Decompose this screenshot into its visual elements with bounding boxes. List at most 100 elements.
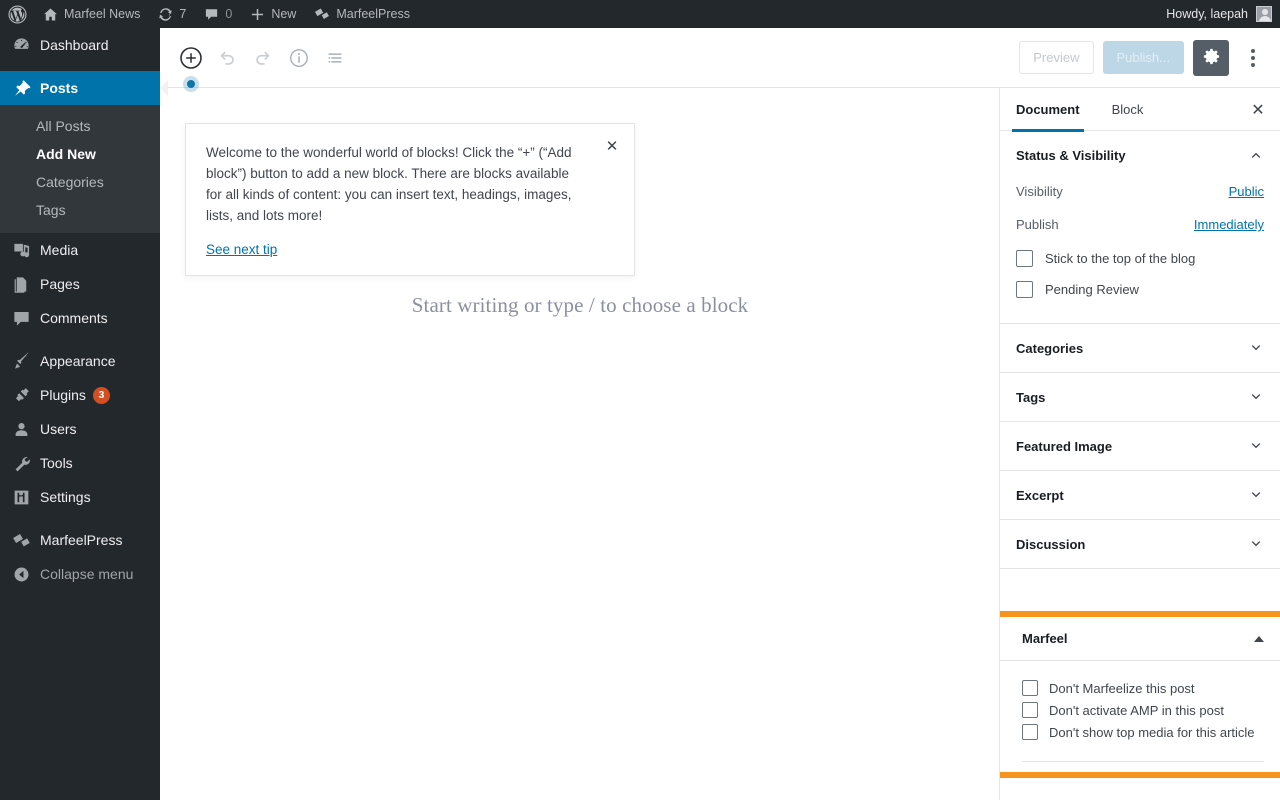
marfeel-option-row: Don't show top media for this article	[1022, 721, 1270, 743]
sidebar-item-comments[interactable]: Comments	[0, 301, 160, 335]
sidebar-subitem-tags[interactable]: Tags	[0, 196, 160, 224]
sidebar-item-tools[interactable]: Tools	[0, 446, 160, 480]
sidebar-item-plugins[interactable]: Plugins 3	[0, 378, 160, 412]
my-account-menu[interactable]: Howdy, laepah	[1166, 0, 1280, 28]
marfeel-option-label: Don't show top media for this article	[1049, 724, 1255, 740]
marfeel-option-row: Don't Marfeelize this post	[1022, 677, 1270, 699]
plugins-update-badge: 3	[92, 386, 110, 404]
add-block-inserter-wrap	[173, 40, 209, 92]
user-icon	[11, 419, 31, 439]
sidebar-item-media[interactable]: Media	[0, 233, 160, 267]
sidebar-item-label: Tools	[40, 455, 73, 471]
site-name-menu[interactable]: Marfeel News	[34, 0, 149, 28]
marfeelpress-menu[interactable]: MarfeelPress	[305, 0, 419, 28]
collapse-arrow-icon	[11, 564, 31, 584]
sidebar-item-label: Posts	[40, 80, 79, 96]
dont-show-top-media-checkbox[interactable]	[1022, 724, 1038, 740]
paintbrush-icon	[11, 351, 31, 371]
panel-marfeel-header[interactable]: Marfeel	[1000, 617, 1280, 661]
see-next-tip-link[interactable]: See next tip	[206, 242, 277, 257]
panel-discussion-header[interactable]: Discussion	[1000, 520, 1280, 568]
undo-button[interactable]	[209, 40, 245, 76]
sidebar-subitem-all-posts[interactable]: All Posts	[0, 112, 160, 140]
sidebar-item-collapse-menu[interactable]: Collapse menu	[0, 557, 160, 591]
panel-title: Status & Visibility	[1016, 147, 1126, 163]
sticky-row: Stick to the top of the blog	[1016, 245, 1264, 276]
pages-icon	[11, 274, 31, 294]
sidebar-item-users[interactable]: Users	[0, 412, 160, 446]
panel-tags-header[interactable]: Tags	[1000, 373, 1280, 421]
inserter-pulse-indicator	[183, 75, 199, 92]
chevron-down-icon	[1248, 389, 1264, 405]
sidebar-subitem-add-new[interactable]: Add New	[0, 140, 160, 168]
settings-toggle-button[interactable]	[1193, 39, 1229, 76]
sticky-checkbox[interactable]	[1016, 250, 1033, 267]
comments-menu[interactable]: 0	[195, 0, 241, 28]
settings-tablist: Document Block ✕	[1000, 88, 1280, 132]
panel-marfeel-footer	[1000, 762, 1280, 772]
panel-title: Marfeel	[1022, 631, 1068, 646]
panel-title: Featured Image	[1016, 438, 1113, 454]
visibility-label: Visibility	[1016, 184, 1063, 199]
gear-icon	[1202, 47, 1221, 69]
sidebar-item-settings[interactable]: Settings	[0, 480, 160, 514]
panel-categories-header[interactable]: Categories	[1000, 324, 1280, 372]
visibility-row: Visibility Public	[1016, 179, 1264, 212]
block-navigation-button[interactable]	[317, 40, 353, 76]
content-info-icon	[288, 47, 310, 69]
menu-separator	[0, 335, 160, 344]
tip-body-text: Welcome to the wonderful world of blocks…	[206, 145, 572, 223]
panel-excerpt-header[interactable]: Excerpt	[1000, 471, 1280, 519]
welcome-tip-popover: ✕ Welcome to the wonderful world of bloc…	[185, 123, 635, 276]
panel-status-visibility-header[interactable]: Status & Visibility	[1000, 131, 1280, 179]
sidebar-item-appearance[interactable]: Appearance	[0, 344, 160, 378]
home-icon	[43, 7, 58, 22]
dont-activate-amp-checkbox[interactable]	[1022, 702, 1038, 718]
sidebar-subitem-categories[interactable]: Categories	[0, 168, 160, 196]
marfeel-panel-highlight: Marfeel Don't Marfeelize this post Don't…	[1000, 611, 1280, 778]
default-block-placeholder[interactable]: Start writing or type / to choose a bloc…	[160, 293, 1000, 318]
editor-settings-sidebar: Document Block ✕ Status & Visibility Vis…	[999, 88, 1280, 800]
marfeelpress-label: MarfeelPress	[336, 6, 410, 21]
updates-menu[interactable]: 7	[149, 0, 195, 28]
tip-close-button[interactable]: ✕	[598, 132, 626, 160]
marfeel-option-label: Don't activate AMP in this post	[1049, 702, 1224, 718]
add-block-plus-icon	[179, 46, 203, 70]
visibility-value-button[interactable]: Public	[1229, 184, 1264, 199]
sidebar-item-marfeelpress[interactable]: MarfeelPress	[0, 523, 160, 557]
publish-date-button[interactable]: Immediately	[1194, 217, 1264, 232]
new-content-label: New	[271, 6, 297, 21]
sidebar-item-label: Collapse menu	[40, 566, 134, 582]
wp-logo-menu[interactable]	[0, 0, 34, 28]
updates-count: 7	[179, 6, 187, 21]
sidebar-item-dashboard[interactable]: Dashboard	[0, 28, 160, 62]
sidebar-item-label: Dashboard	[40, 37, 109, 53]
tab-block[interactable]: Block	[1096, 88, 1160, 131]
comments-count: 0	[225, 6, 233, 21]
content-info-button[interactable]	[281, 40, 317, 76]
dont-marfeelize-checkbox[interactable]	[1022, 680, 1038, 696]
redo-button[interactable]	[245, 40, 281, 76]
panel-tags: Tags	[1000, 373, 1280, 422]
more-menu-button[interactable]	[1238, 40, 1268, 76]
new-content-menu[interactable]: New	[241, 0, 305, 28]
panel-featured-image-header[interactable]: Featured Image	[1000, 422, 1280, 470]
publish-row: Publish Immediately	[1016, 212, 1264, 245]
admin-sidebar-menu: Dashboard Posts All Posts Add New Catego…	[0, 28, 168, 800]
close-settings-button[interactable]: ✕	[1236, 88, 1280, 131]
editor-header-left-tools	[173, 40, 353, 92]
panel-title: Discussion	[1016, 536, 1086, 552]
panel-title: Excerpt	[1016, 487, 1064, 503]
media-icon	[11, 240, 31, 260]
pending-review-checkbox[interactable]	[1016, 281, 1033, 298]
sidebar-item-pages[interactable]: Pages	[0, 267, 160, 301]
block-navigation-icon	[324, 47, 346, 69]
preview-button[interactable]: Preview	[1019, 41, 1094, 74]
sidebar-item-posts[interactable]: Posts	[0, 71, 168, 105]
editor-header-toolbar: Preview Publish...	[160, 28, 1280, 92]
publish-button[interactable]: Publish...	[1102, 41, 1184, 74]
add-block-button[interactable]	[173, 40, 209, 76]
chevron-down-icon	[1248, 340, 1264, 356]
tab-document[interactable]: Document	[1000, 88, 1096, 132]
close-icon: ✕	[1251, 101, 1265, 119]
